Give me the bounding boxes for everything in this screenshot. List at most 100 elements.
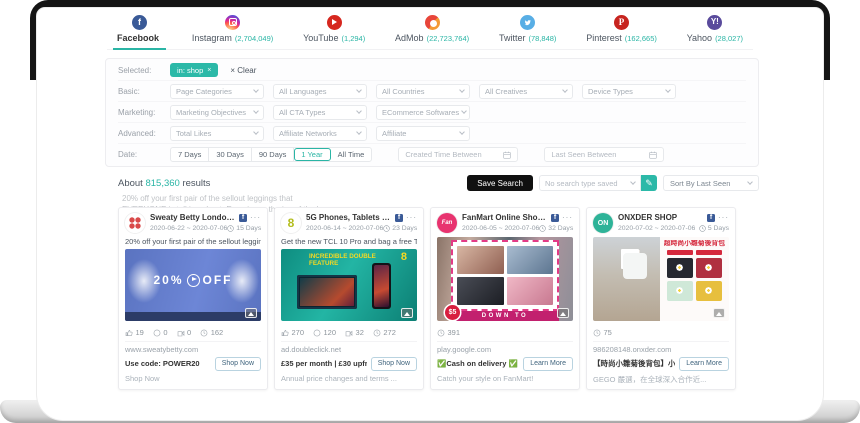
marketing-label: Marketing: xyxy=(118,108,170,117)
last-seen-between-input[interactable]: Last Seen Between xyxy=(544,147,664,162)
ad-creative-image[interactable]: DOWN TO $5 xyxy=(437,237,573,321)
chip-close-icon[interactable]: × xyxy=(207,67,211,74)
date-all-time[interactable]: All Time xyxy=(331,148,372,161)
select-all-languages[interactable]: All Languages xyxy=(273,84,367,99)
ad-text: 20% off your first pair of the sellout l… xyxy=(125,237,261,246)
created-time-between-input[interactable]: Created Time Between xyxy=(398,147,518,162)
ad-description: Annual price changes and terms ... xyxy=(281,374,417,383)
basic-filters-row: Basic: Page Categories All Languages All… xyxy=(118,81,746,102)
chevron-down-icon xyxy=(665,87,671,93)
ad-description: GEGO 嚴選，在全球深入合作近... xyxy=(593,374,729,385)
date-range-segmented: 7 Days 30 Days 90 Days 1 Year All Time xyxy=(170,147,372,162)
tab-admob[interactable]: AdMob(22,723,764) xyxy=(385,8,479,49)
ad-stats: 19 0 0 162 xyxy=(125,325,261,342)
sort-select[interactable]: Sort By Last Seen xyxy=(663,175,759,191)
date-7-days[interactable]: 7 Days xyxy=(171,148,209,161)
chevron-down-icon xyxy=(459,129,465,135)
select-device-types[interactable]: Device Types xyxy=(582,84,676,99)
learn-more-button[interactable]: Learn More xyxy=(523,357,573,371)
save-search-button[interactable]: Save Search xyxy=(467,175,533,191)
select-affiliate[interactable]: Affiliate xyxy=(376,126,470,141)
clock-icon xyxy=(699,225,706,232)
date-1-year[interactable]: 1 Year xyxy=(294,148,330,161)
media-type-icon xyxy=(713,308,725,318)
instagram-icon xyxy=(225,15,240,30)
ad-creative-image[interactable]: 超時尚小雛菊後背包 xyxy=(593,237,729,321)
results-summary: About 815,360 results xyxy=(118,178,210,189)
like-icon xyxy=(125,329,133,337)
pinterest-icon: P xyxy=(614,15,629,30)
ad-days-active: 23 Days xyxy=(392,225,417,232)
ad-domain: play.google.com xyxy=(437,342,573,355)
ad-creative-image[interactable]: Incredible Double Feature 8 xyxy=(281,249,417,321)
select-ecommerce-softwares[interactable]: ECommerce Softwares xyxy=(376,105,470,120)
date-90-days[interactable]: 90 Days xyxy=(252,148,295,161)
ad-creative-image[interactable]: 20%OFF xyxy=(125,249,261,321)
tab-twitter[interactable]: Twitter(78,848) xyxy=(489,8,566,49)
chevron-down-icon xyxy=(747,179,753,185)
ad-card-fanmart[interactable]: Fan FanMart Online Shopping - F...f··· 2… xyxy=(430,207,580,390)
facebook-icon: f xyxy=(395,214,403,222)
promo-tag xyxy=(696,250,722,255)
date-filters-row: Date: 7 Days 30 Days 90 Days 1 Year All … xyxy=(118,144,746,165)
tab-pinterest[interactable]: P Pinterest(162,665) xyxy=(576,8,667,49)
select-page-categories[interactable]: Page Categories xyxy=(170,84,264,99)
ad-date-range: 2020-07-02 ~ 2020-07-06 xyxy=(618,225,695,232)
clock-icon xyxy=(227,225,234,232)
media-type-icon xyxy=(401,308,413,318)
tab-instagram[interactable]: Instagram(2,704,049) xyxy=(182,8,283,49)
advertiser-name: ONXDER SHOP xyxy=(618,213,704,222)
more-options-icon[interactable]: ··· xyxy=(406,213,417,222)
select-all-creatives[interactable]: All Creatives xyxy=(479,84,573,99)
more-options-icon[interactable]: ··· xyxy=(250,213,261,222)
ad-domain: ad.doubleclick.net xyxy=(281,342,417,355)
chevron-down-icon xyxy=(253,129,259,135)
ad-date-range: 2020-06-14 ~ 2020-07-06 xyxy=(306,225,383,232)
marketing-filters-row: Marketing: Marketing Objectives All CTA … xyxy=(118,102,746,123)
selected-filters-row: Selected: in: shop× × Clear xyxy=(118,60,746,81)
more-options-icon[interactable]: ··· xyxy=(718,213,729,222)
tab-facebook[interactable]: f Facebook xyxy=(107,8,172,49)
more-options-icon[interactable]: ··· xyxy=(562,213,573,222)
share-icon xyxy=(177,329,185,337)
advanced-label: Advanced: xyxy=(118,129,170,138)
tab-youtube[interactable]: YouTube(1,294) xyxy=(293,8,375,49)
shop-now-button[interactable]: Shop Now xyxy=(215,357,261,371)
tab-yahoo[interactable]: Y! Yahoo(28,027) xyxy=(677,8,753,49)
calendar-icon xyxy=(503,151,511,159)
media-type-icon xyxy=(557,308,569,318)
learn-more-button[interactable]: Learn More xyxy=(679,357,729,371)
saved-search-select[interactable]: No search type saved xyxy=(539,175,641,191)
filter-chip-in-shop[interactable]: in: shop× xyxy=(170,63,218,77)
select-marketing-objectives[interactable]: Marketing Objectives xyxy=(170,105,264,120)
results-bar: About 815,360 results Save Search No sea… xyxy=(118,175,759,191)
ad-stats: 391 xyxy=(437,325,573,342)
advertiser-avatar: ON xyxy=(593,213,613,233)
clock-icon xyxy=(593,329,601,337)
ee-logo: 8 xyxy=(401,251,407,263)
date-label: Date: xyxy=(118,150,170,159)
date-30-days[interactable]: 30 Days xyxy=(209,148,252,161)
ad-domain: 986208148.onxder.com xyxy=(593,342,729,355)
share-icon xyxy=(345,329,353,337)
admob-icon xyxy=(425,15,440,30)
chevron-down-icon xyxy=(461,108,467,114)
clear-filters-button[interactable]: × Clear xyxy=(230,66,256,75)
basic-label: Basic: xyxy=(118,87,170,96)
chevron-down-icon xyxy=(253,108,259,114)
ad-card-onxder[interactable]: ON ONXDER SHOPf··· 2020-07-02 ~ 2020-07-… xyxy=(586,207,736,390)
ad-card-5g-phones[interactable]: 8 5G Phones, Tablets & SIMs | ...f··· 20… xyxy=(274,207,424,390)
ad-days-active: 32 Days xyxy=(548,225,573,232)
select-all-cta-types[interactable]: All CTA Types xyxy=(273,105,367,120)
advertiser-name: 5G Phones, Tablets & SIMs | ... xyxy=(306,213,392,222)
select-all-countries[interactable]: All Countries xyxy=(376,84,470,99)
comment-icon xyxy=(153,329,161,337)
ad-card-sweaty-betty[interactable]: Sweaty Betty London | Wom...f··· 2020-06… xyxy=(118,207,268,390)
select-affiliate-networks[interactable]: Affiliate Networks xyxy=(273,126,367,141)
shop-now-button[interactable]: Shop Now xyxy=(371,357,417,371)
select-total-likes[interactable]: Total Likes xyxy=(170,126,264,141)
chevron-down-icon xyxy=(356,129,362,135)
edit-saved-search-button[interactable]: ✎ xyxy=(641,175,657,191)
ad-description: Shop Now xyxy=(125,374,261,383)
chevron-down-icon xyxy=(253,87,259,93)
